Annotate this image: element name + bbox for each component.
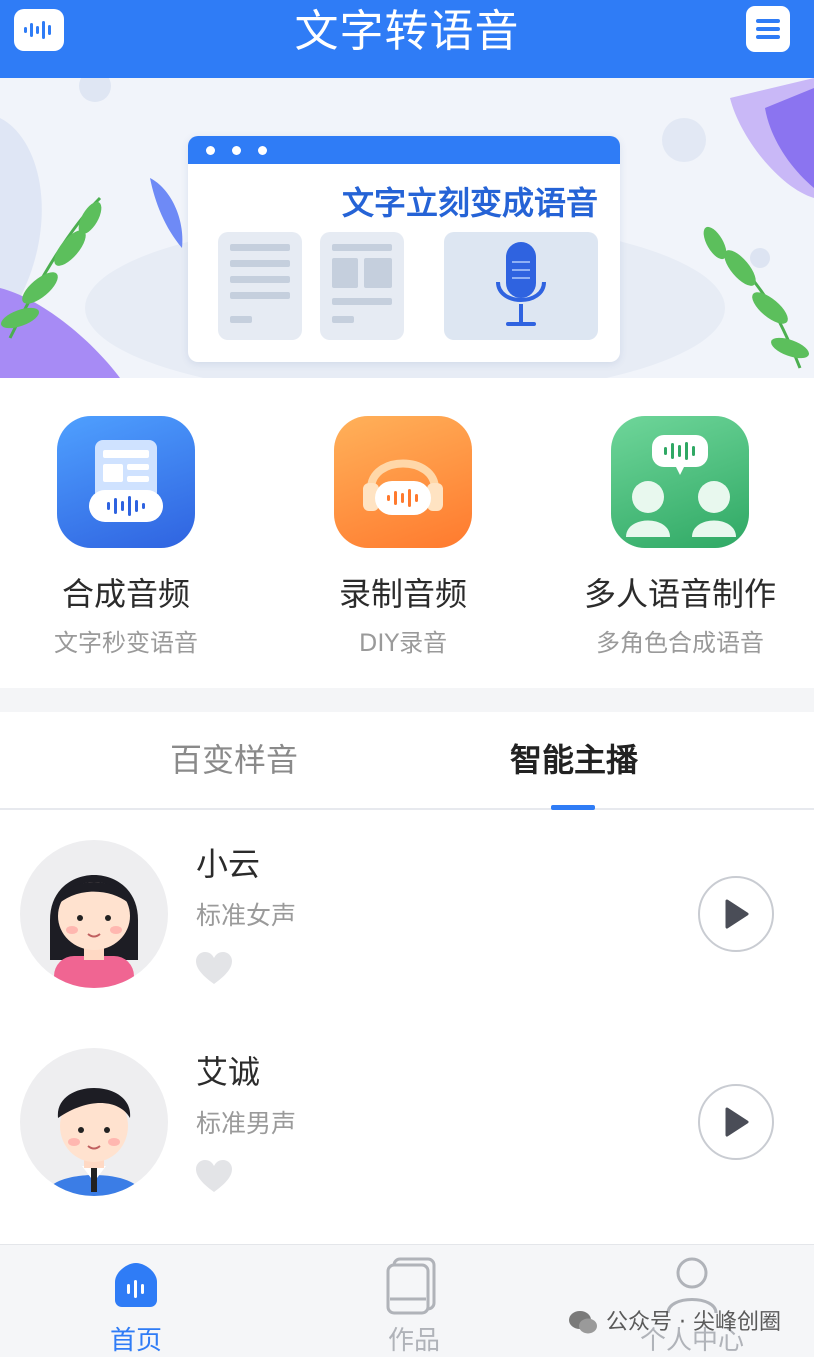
feature-name: 录制音频 bbox=[338, 575, 467, 613]
voice-name: 小云 bbox=[196, 845, 261, 883]
feature-subtitle: 文字秒变语音 bbox=[54, 629, 198, 657]
feature-subtitle: DIY录音 bbox=[358, 629, 448, 657]
headphones-icon bbox=[334, 416, 472, 548]
microphone-icon bbox=[444, 232, 598, 340]
active-tab-indicator bbox=[551, 805, 595, 810]
person-icon bbox=[662, 1255, 722, 1315]
feature-synthesize-audio[interactable]: 合成音频 文字秒变语音 bbox=[0, 416, 256, 658]
document-waveform-icon bbox=[57, 416, 195, 548]
nav-profile[interactable]: 个人中心 bbox=[622, 1255, 762, 1357]
people-chat-icon bbox=[611, 416, 749, 548]
page-title: 文字转语音 bbox=[294, 6, 520, 57]
tab-variety-voices[interactable]: 百变样音 bbox=[170, 740, 298, 780]
banner-card: 文字立刻变成语音 bbox=[188, 136, 620, 362]
hero-banner[interactable]: 文字立刻变成语音 bbox=[0, 78, 814, 378]
feature-name: 合成音频 bbox=[61, 575, 190, 613]
feature-record-audio[interactable]: 录制音频 DIY录音 bbox=[273, 416, 533, 658]
male-avatar bbox=[20, 1048, 168, 1196]
window-dot bbox=[232, 146, 241, 155]
tab-smart-anchors[interactable]: 智能主播 bbox=[510, 740, 638, 780]
window-dot bbox=[258, 146, 267, 155]
window-dot bbox=[206, 146, 215, 155]
heart-icon[interactable] bbox=[196, 1160, 232, 1194]
feature-name: 多人语音制作 bbox=[583, 575, 776, 613]
list-item[interactable]: 小云 标准女声 bbox=[0, 812, 814, 1020]
nav-works[interactable]: 作品 bbox=[344, 1255, 484, 1357]
bottom-navigation: 首页 作品 个人中心 bbox=[0, 1244, 814, 1357]
list-item[interactable]: 艾诚 标准男声 bbox=[0, 1020, 814, 1228]
voice-name: 艾诚 bbox=[196, 1053, 261, 1091]
nav-home[interactable]: 首页 bbox=[66, 1255, 206, 1357]
feature-grid: 合成音频 文字秒变语音 录制音频 DIY录音 多人语音制作 多角色合成语音 bbox=[0, 378, 814, 688]
nav-label: 作品 bbox=[387, 1326, 440, 1356]
banner-card-bar bbox=[188, 136, 620, 164]
feature-subtitle: 多角色合成语音 bbox=[596, 629, 764, 657]
banner-headline: 文字立刻变成语音 bbox=[341, 184, 598, 222]
wechat-icon bbox=[569, 1311, 597, 1334]
home-waveform-icon bbox=[106, 1255, 166, 1315]
document-illustration bbox=[320, 232, 404, 340]
section-divider bbox=[0, 688, 814, 712]
document-illustration bbox=[218, 232, 302, 340]
watermark-text: 公众号 · 尖峰创圈 bbox=[606, 1310, 781, 1335]
voice-description: 标准女声 bbox=[196, 901, 297, 930]
works-icon bbox=[384, 1255, 444, 1315]
nav-label: 首页 bbox=[109, 1326, 162, 1356]
menu-icon[interactable] bbox=[746, 6, 790, 52]
feature-multi-voice[interactable]: 多人语音制作 多角色合成语音 bbox=[550, 416, 810, 658]
voice-description: 标准男声 bbox=[196, 1109, 297, 1138]
voice-tabs: 百变样音 智能主播 bbox=[0, 712, 814, 810]
app-header: 文字转语音 bbox=[0, 0, 814, 78]
heart-icon[interactable] bbox=[196, 952, 232, 986]
female-avatar bbox=[20, 840, 168, 988]
play-button[interactable] bbox=[698, 1084, 774, 1160]
play-button[interactable] bbox=[698, 876, 774, 952]
watermark: 公众号 · 尖峰创圈 bbox=[568, 1308, 781, 1338]
